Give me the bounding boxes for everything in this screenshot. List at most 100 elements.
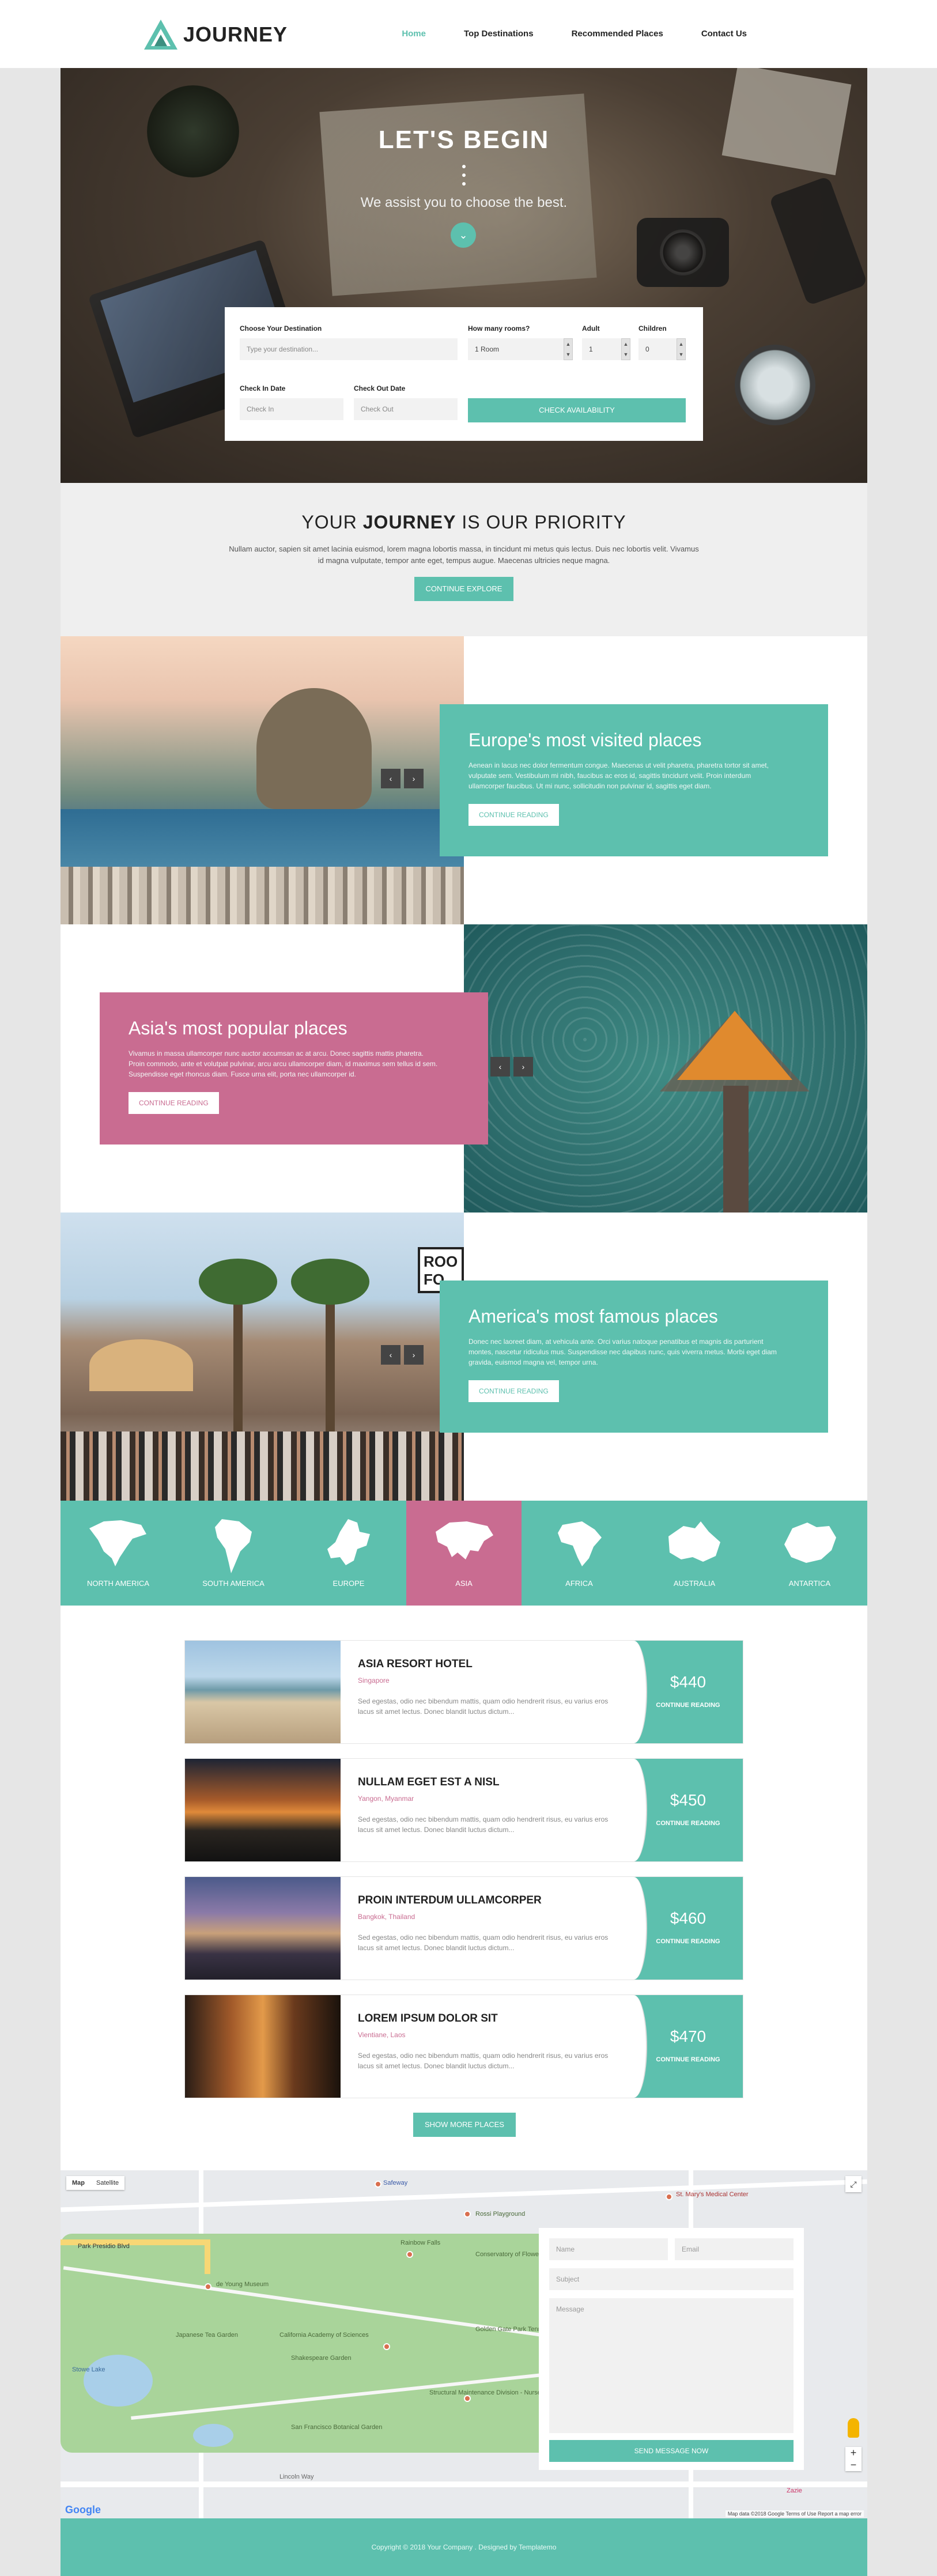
hotel-continue-button[interactable]: CONTINUE READING bbox=[633, 1938, 743, 1945]
hotel-location: Bangkok, Thailand bbox=[358, 1913, 415, 1921]
hero-notebook-image bbox=[721, 68, 852, 176]
map-section[interactable]: Safeway Rossi Playground St. Mary's Medi… bbox=[61, 2170, 867, 2518]
message-field[interactable]: Message bbox=[549, 2298, 794, 2433]
hotel-photo bbox=[185, 1641, 341, 1743]
hotel-title[interactable]: NULLAM EGET EST A NISL bbox=[358, 1776, 500, 1789]
zoom-in-icon[interactable]: + bbox=[845, 2447, 862, 2459]
map-pin-icon[interactable] bbox=[464, 2211, 471, 2218]
send-message-button[interactable]: SEND MESSAGE NOW bbox=[549, 2440, 794, 2462]
hotel-location: Yangon, Myanmar bbox=[358, 1795, 414, 1803]
map-pin-icon[interactable] bbox=[406, 2251, 413, 2258]
map-type-satellite[interactable]: Satellite bbox=[90, 2176, 124, 2190]
show-more-places-button[interactable]: SHOW MORE PLACES bbox=[413, 2113, 516, 2137]
map-type-map[interactable]: Map bbox=[66, 2176, 90, 2190]
hotel-description: Sed egestas, odio nec bibendum mattis, q… bbox=[358, 2052, 609, 2070]
page: JOURNEY Home Top Destinations Recommende… bbox=[0, 0, 937, 2576]
destination-label: Choose Your Destination bbox=[240, 324, 322, 333]
email-field[interactable]: Email bbox=[675, 2238, 794, 2260]
rooms-select[interactable]: 1 Room bbox=[468, 338, 567, 360]
antarctica-icon bbox=[784, 1523, 836, 1563]
checkout-label: Check Out Date bbox=[354, 384, 406, 392]
america-title: America's most famous places bbox=[468, 1306, 718, 1327]
adult-stepper[interactable]: ▲ ▼ bbox=[621, 338, 630, 360]
brand-name: JOURNEY bbox=[183, 22, 288, 46]
subject-field[interactable]: Subject bbox=[549, 2268, 794, 2290]
continent-africa[interactable]: AFRICA bbox=[522, 1501, 637, 1606]
hotel-price-panel[interactable]: $460 CONTINUE READING bbox=[621, 1877, 743, 1980]
footer: Copyright © 2018 Your Company . Designed… bbox=[61, 2518, 867, 2576]
continue-explore-button[interactable]: CONTINUE EXPLORE bbox=[414, 577, 514, 601]
rooms-stepper[interactable]: ▲ ▼ bbox=[564, 338, 573, 360]
hotel-continue-button[interactable]: CONTINUE READING bbox=[633, 1702, 743, 1709]
nav-contact-us[interactable]: Contact Us bbox=[701, 29, 747, 39]
children-label: Children bbox=[638, 324, 667, 333]
checkin-label: Check In Date bbox=[240, 384, 286, 392]
check-availability-button[interactable]: CHECK AVAILABILITY bbox=[468, 398, 686, 422]
continent-europe[interactable]: EUROPE bbox=[291, 1501, 406, 1606]
hotel-title[interactable]: PROIN INTERDUM ULLAMCORPER bbox=[358, 1894, 542, 1907]
prev-arrow-icon[interactable]: ‹ bbox=[381, 769, 401, 788]
hotel-title[interactable]: ASIA RESORT HOTEL bbox=[358, 1658, 473, 1671]
children-select[interactable]: 0 bbox=[638, 338, 677, 360]
zoom-control: + − bbox=[845, 2447, 862, 2471]
next-arrow-icon[interactable]: › bbox=[404, 769, 424, 788]
next-arrow-icon[interactable]: › bbox=[404, 1345, 424, 1365]
map-attribution[interactable]: Map data ©2018 Google Terms of Use Repor… bbox=[725, 2510, 864, 2517]
continent-south-america[interactable]: SOUTH AMERICA bbox=[176, 1501, 291, 1606]
main-menu: Home Top Destinations Recommended Places… bbox=[402, 29, 747, 39]
name-field[interactable]: Name bbox=[549, 2238, 668, 2260]
north-america-icon bbox=[89, 1520, 146, 1566]
continent-north-america[interactable]: NORTH AMERICA bbox=[61, 1501, 176, 1606]
logo[interactable]: JOURNEY bbox=[144, 20, 288, 50]
hero-title: LET'S BEGIN bbox=[378, 126, 550, 154]
zoom-out-icon[interactable]: − bbox=[845, 2459, 862, 2471]
map-pin-icon[interactable] bbox=[666, 2193, 672, 2200]
hotels-section: ASIA RESORT HOTEL Singapore Sed egestas,… bbox=[61, 1606, 867, 2170]
hotel-price: $440 bbox=[670, 1673, 706, 1691]
europe-continue-button[interactable]: CONTINUE READING bbox=[468, 804, 559, 826]
map-pin-icon[interactable] bbox=[383, 2343, 390, 2350]
street-view-pegman-icon[interactable] bbox=[848, 2418, 859, 2438]
europe-title: Europe's most visited places bbox=[468, 730, 702, 750]
map-pin-icon[interactable] bbox=[205, 2283, 211, 2290]
top-nav: JOURNEY Home Top Destinations Recommende… bbox=[0, 0, 937, 68]
map-pin-icon[interactable] bbox=[464, 2395, 471, 2402]
feature-europe: ‹ › Europe's most visited places Aenean … bbox=[61, 636, 867, 924]
logo-triangle-icon bbox=[144, 20, 177, 50]
hotel-price-panel[interactable]: $470 CONTINUE READING bbox=[621, 1995, 743, 2098]
priority-section: YOUR JOURNEY IS OUR PRIORITY Nullam auct… bbox=[61, 483, 867, 636]
children-stepper[interactable]: ▲ ▼ bbox=[677, 338, 686, 360]
fullscreen-icon[interactable]: ⤢ bbox=[845, 2176, 862, 2192]
nav-recommended-places[interactable]: Recommended Places bbox=[572, 29, 663, 39]
next-arrow-icon[interactable]: › bbox=[513, 1057, 533, 1077]
nav-home[interactable]: Home bbox=[402, 29, 426, 39]
hero-camera-image bbox=[637, 218, 729, 287]
continent-asia[interactable]: ASIA bbox=[406, 1501, 522, 1606]
prev-arrow-icon[interactable]: ‹ bbox=[490, 1057, 510, 1077]
hotel-price-panel[interactable]: $440 CONTINUE READING bbox=[621, 1641, 743, 1743]
booking-form: Choose Your Destination Type your destin… bbox=[225, 307, 703, 441]
destination-input[interactable]: Type your destination... bbox=[240, 338, 458, 360]
hotel-continue-button[interactable]: CONTINUE READING bbox=[633, 2056, 743, 2063]
europe-icon bbox=[327, 1519, 370, 1565]
hotel-location: Singapore bbox=[358, 1676, 390, 1684]
adult-select[interactable]: 1 bbox=[582, 338, 625, 360]
map-pin-icon[interactable] bbox=[375, 2181, 381, 2188]
hotel-price-panel[interactable]: $450 CONTINUE READING bbox=[621, 1759, 743, 1861]
asia-continue-button[interactable]: CONTINUE READING bbox=[129, 1092, 219, 1114]
scroll-down-icon[interactable]: ⌄ bbox=[451, 222, 476, 248]
continents-bar: NORTH AMERICA SOUTH AMERICA EUROPE ASIA … bbox=[61, 1501, 867, 1606]
america-continue-button[interactable]: CONTINUE READING bbox=[468, 1380, 559, 1402]
nav-top-destinations[interactable]: Top Destinations bbox=[464, 29, 534, 39]
prev-arrow-icon[interactable]: ‹ bbox=[381, 1345, 401, 1365]
checkout-input[interactable]: Check Out bbox=[354, 398, 458, 420]
hotel-continue-button[interactable]: CONTINUE READING bbox=[633, 1820, 743, 1827]
continent-australia[interactable]: AUSTRALIA bbox=[637, 1501, 752, 1606]
hotel-description: Sed egestas, odio nec bibendum mattis, q… bbox=[358, 1933, 609, 1952]
hotel-card: NULLAM EGET EST A NISL Yangon, Myanmar S… bbox=[184, 1758, 743, 1862]
continent-antarctica[interactable]: ANTARTICA bbox=[752, 1501, 867, 1606]
america-slider-controls: ‹ › bbox=[381, 1345, 424, 1365]
hotel-title[interactable]: LOREM IPSUM DOLOR SIT bbox=[358, 2012, 498, 2025]
checkin-input[interactable]: Check In bbox=[240, 398, 343, 420]
australia-icon bbox=[668, 1521, 720, 1562]
